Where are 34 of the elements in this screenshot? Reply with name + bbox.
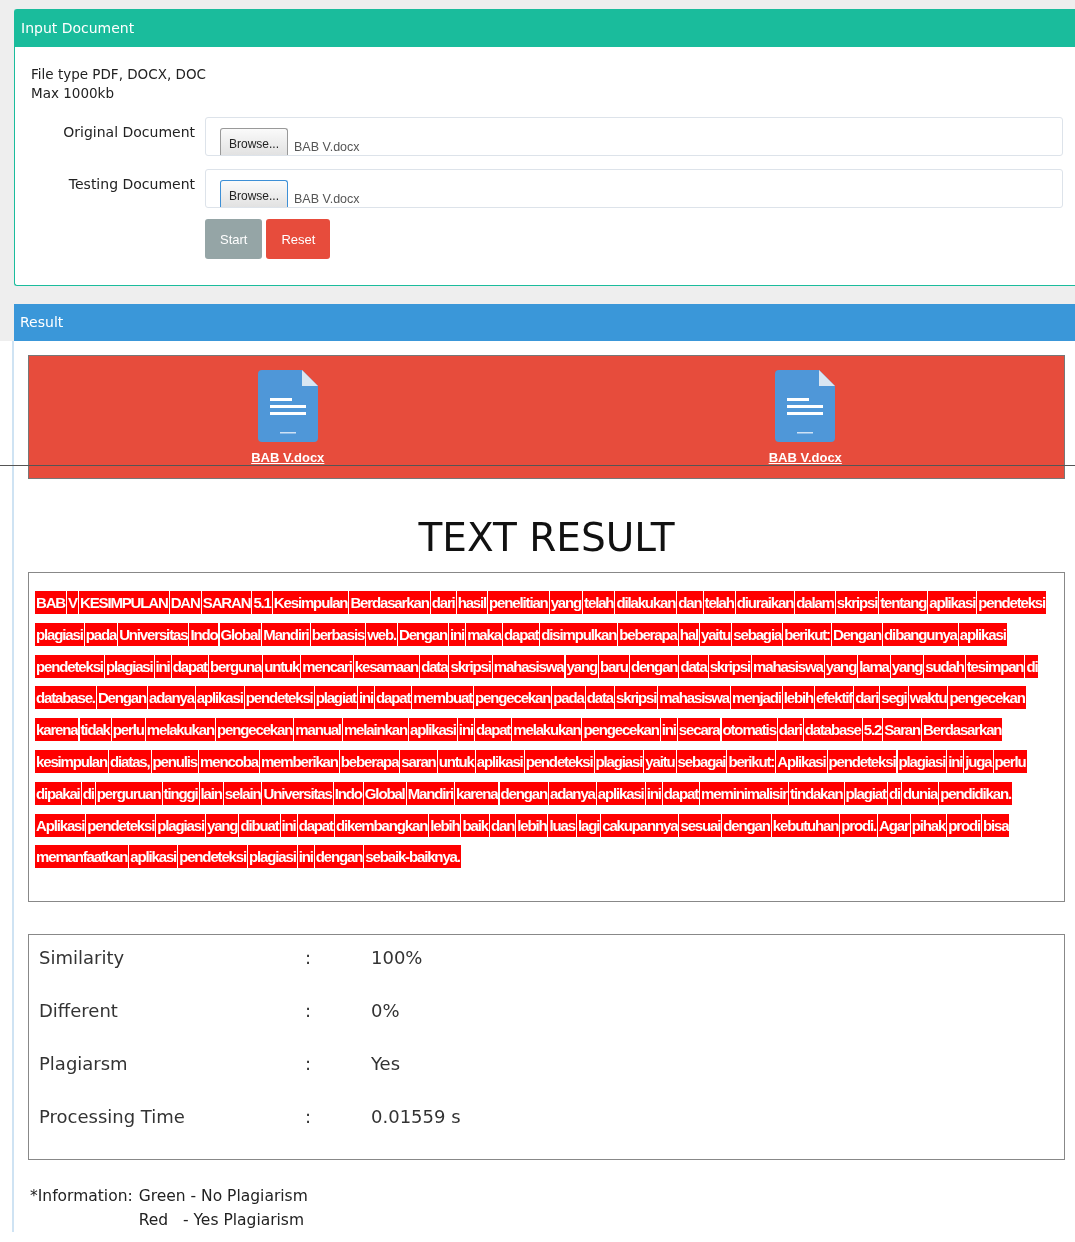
stat-separator: : — [305, 1053, 313, 1074]
document-icon — [775, 370, 836, 442]
stat-label: Plagiarsm — [39, 1053, 129, 1074]
panel-title: Result — [14, 304, 1075, 341]
info-text: Red - Yes Plagiarism — [138, 1210, 306, 1231]
stat-label: Similarity — [39, 947, 126, 968]
file-name: BAB V.docx — [294, 140, 360, 154]
note-text: Max 1000kb — [31, 84, 115, 103]
document-link[interactable]: BAB V.docx — [251, 450, 325, 465]
stat-label: Different — [39, 1000, 119, 1021]
document-link[interactable]: BAB V.docx — [768, 450, 842, 465]
stat-value: 100% — [371, 947, 423, 968]
info-label: *Information: — [30, 1186, 133, 1207]
stat-label: Processing Time — [39, 1106, 186, 1127]
highlighted-text: BAB V KESIMPULAN DAN SARAN 5.1 Kesimpulan Berdasarkan dari hasil penelitian yang telah dilakukan dan telah diuraikan dalam skripsi tentang aplikasi pendeteksi plagiasi pada Universitas Indo Global Mandiri berbasis web. Dengan ini maka dapat disimpulkan beberapa hal yaitu sebagia berikut: Dengan dibangunya aplikasi pendeteksi plagiasi ini dapat berguna untuk mencari kesamaan data skripsi mahasiswa yang baru dengan data skripsi mahasiswa yang lama yang sudah tesimpan di database. Dengan adanya aplikasi pendeteksi plagiat ini dapat membuat pengecekan pada data skripsi mahasiswa menjadi lebih efektif dari segi waktu pengecekan karena tidak perlu melakukan pengecekan manual melainkan aplikasi ini dapat melakukan pengecekan ini secara otomatis dari database 5.2 Saran Berdasarkan kesimpulan diatas, penulis mencoba memberikan beberapa saran untuk aplikasi pendeteksi plagiasi yaitu sebagai berikut: Aplikasi pendeteksi plagiasi ini juga perlu dipakai di perguruan tinggi lain selain Universitas Indo Global Mandiri karena dengan adanya aplikasi ini dapat meminimalisir tindakan plagiat di dunia pendidikan. Aplikasi pendeteksi plagiasi yang dibuat ini dapat dikembangkan lebih baik dan lebih luas lagi cakupannya sesuai dengan kebutuhan prodi. Agar pihak prodi bisa memanfaatkan aplikasi pendeteksi plagiasi ini dengan sebaik-baiknya. — [35, 587, 1058, 874]
file-input[interactable]: Browse... BAB V.docx — [205, 169, 1063, 208]
info-text: Green - No Plagiarism — [138, 1186, 308, 1207]
stat-separator: : — [305, 1106, 313, 1127]
stat-value: 0.01559 s — [371, 1106, 461, 1127]
note-text: File type PDF, DOCX, DOC — [31, 65, 207, 84]
stat-separator: : — [305, 1000, 313, 1021]
panel-title: Input Document — [15, 10, 1075, 47]
file-input[interactable]: Browse... BAB V.docx — [205, 117, 1063, 156]
field-label: Original Document — [62, 123, 196, 140]
stat-value: 0% — [371, 1000, 400, 1021]
field-label: Testing Document — [67, 175, 196, 192]
browse-button[interactable]: Browse... — [220, 128, 288, 155]
browse-button[interactable]: Browse... — [220, 180, 288, 207]
reset-button[interactable]: Reset — [266, 219, 331, 259]
stat-value: Yes — [371, 1053, 401, 1074]
stat-separator: : — [305, 947, 313, 968]
document-icon — [257, 370, 318, 442]
result-heading: TEXT RESULT — [417, 515, 676, 560]
file-name: BAB V.docx — [294, 192, 360, 206]
